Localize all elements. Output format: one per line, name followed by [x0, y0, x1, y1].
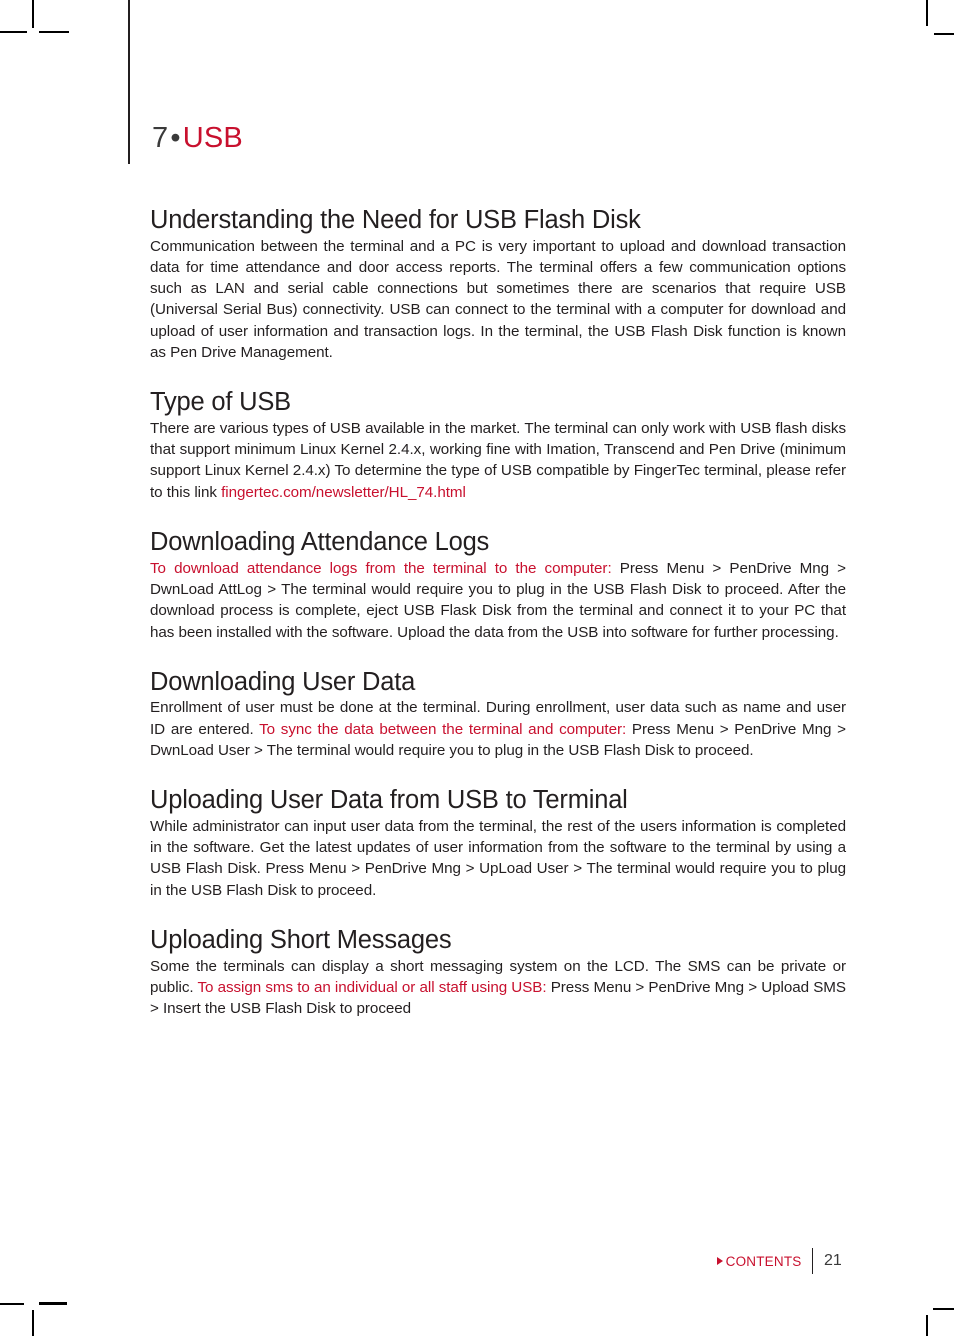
chapter-separator: •: [170, 122, 181, 154]
chapter-heading: 7•USB: [152, 124, 243, 153]
contents-label: CONTENTS: [725, 1253, 802, 1269]
footer-inner: CONTENTS 21: [716, 1248, 846, 1274]
instruction-highlight: To assign sms to an individual or all st…: [197, 978, 547, 996]
document-page: 7•USB Understanding the Need for USB Fla…: [0, 0, 954, 1336]
section-type-of-usb: Type of USB There are various types of U…: [150, 388, 846, 503]
crop-mark-bottom-left-horizontal: [0, 1303, 24, 1305]
page-content: Understanding the Need for USB Flash Dis…: [150, 206, 846, 1044]
crop-mark-bottom-left-vertical: [32, 1310, 34, 1336]
crop-mark-bottom-left-horizontal-inner: [39, 1302, 67, 1305]
section-understanding-need: Understanding the Need for USB Flash Dis…: [150, 206, 846, 363]
triangle-right-icon: [716, 1257, 723, 1265]
section-heading: Type of USB: [150, 388, 291, 417]
section-heading: Uploading Short Messages: [150, 925, 452, 954]
section-body: Communication between the terminal and a…: [150, 237, 846, 362]
page-footer: CONTENTS 21: [150, 1248, 846, 1278]
crop-mark-top-right-horizontal: [934, 33, 954, 35]
newsletter-link[interactable]: fingertec.com/newsletter/HL_74.html: [221, 484, 466, 501]
section-body: To download attendance logs from the ter…: [150, 558, 846, 643]
crop-mark-bottom-right-vertical: [926, 1315, 928, 1336]
section-body: There are various types of USB available…: [150, 418, 846, 503]
page-number: 21: [824, 1252, 842, 1269]
chapter-title: USB: [182, 122, 243, 154]
section-body: Some the terminals can display a short m…: [150, 956, 846, 1020]
crop-mark-top-right-vertical: [926, 0, 928, 26]
instruction-highlight: To sync the data between the terminal an…: [259, 720, 627, 738]
section-uploading-user-data: Uploading User Data from USB to Terminal…: [150, 786, 846, 901]
section-heading: Downloading Attendance Logs: [150, 528, 490, 557]
section-body: Enrollment of user must be done at the t…: [150, 697, 846, 761]
chapter-number: 7: [152, 122, 169, 154]
section-heading: Uploading User Data from USB to Terminal: [150, 786, 628, 815]
section-body: While administrator can input user data …: [150, 817, 846, 899]
crop-mark-top-left-horizontal-inner: [39, 31, 69, 33]
section-heading: Understanding the Need for USB Flash Dis…: [150, 206, 641, 234]
section-downloading-attendance-logs: Downloading Attendance Logs To download …: [150, 528, 846, 643]
crop-mark-top-left-vertical: [32, 0, 34, 28]
section-downloading-user-data: Downloading User Data Enrollment of user…: [150, 668, 846, 761]
section-heading: Downloading User Data: [150, 667, 416, 696]
contents-link[interactable]: CONTENTS: [716, 1253, 812, 1269]
crop-mark-top-left-horizontal: [0, 31, 27, 33]
instruction-highlight: To download attendance logs from the ter…: [150, 559, 612, 577]
crop-mark-bottom-right-horizontal: [933, 1308, 954, 1310]
section-uploading-short-messages: Uploading Short Messages Some the termin…: [150, 926, 846, 1019]
chapter-rule: [128, 0, 130, 164]
